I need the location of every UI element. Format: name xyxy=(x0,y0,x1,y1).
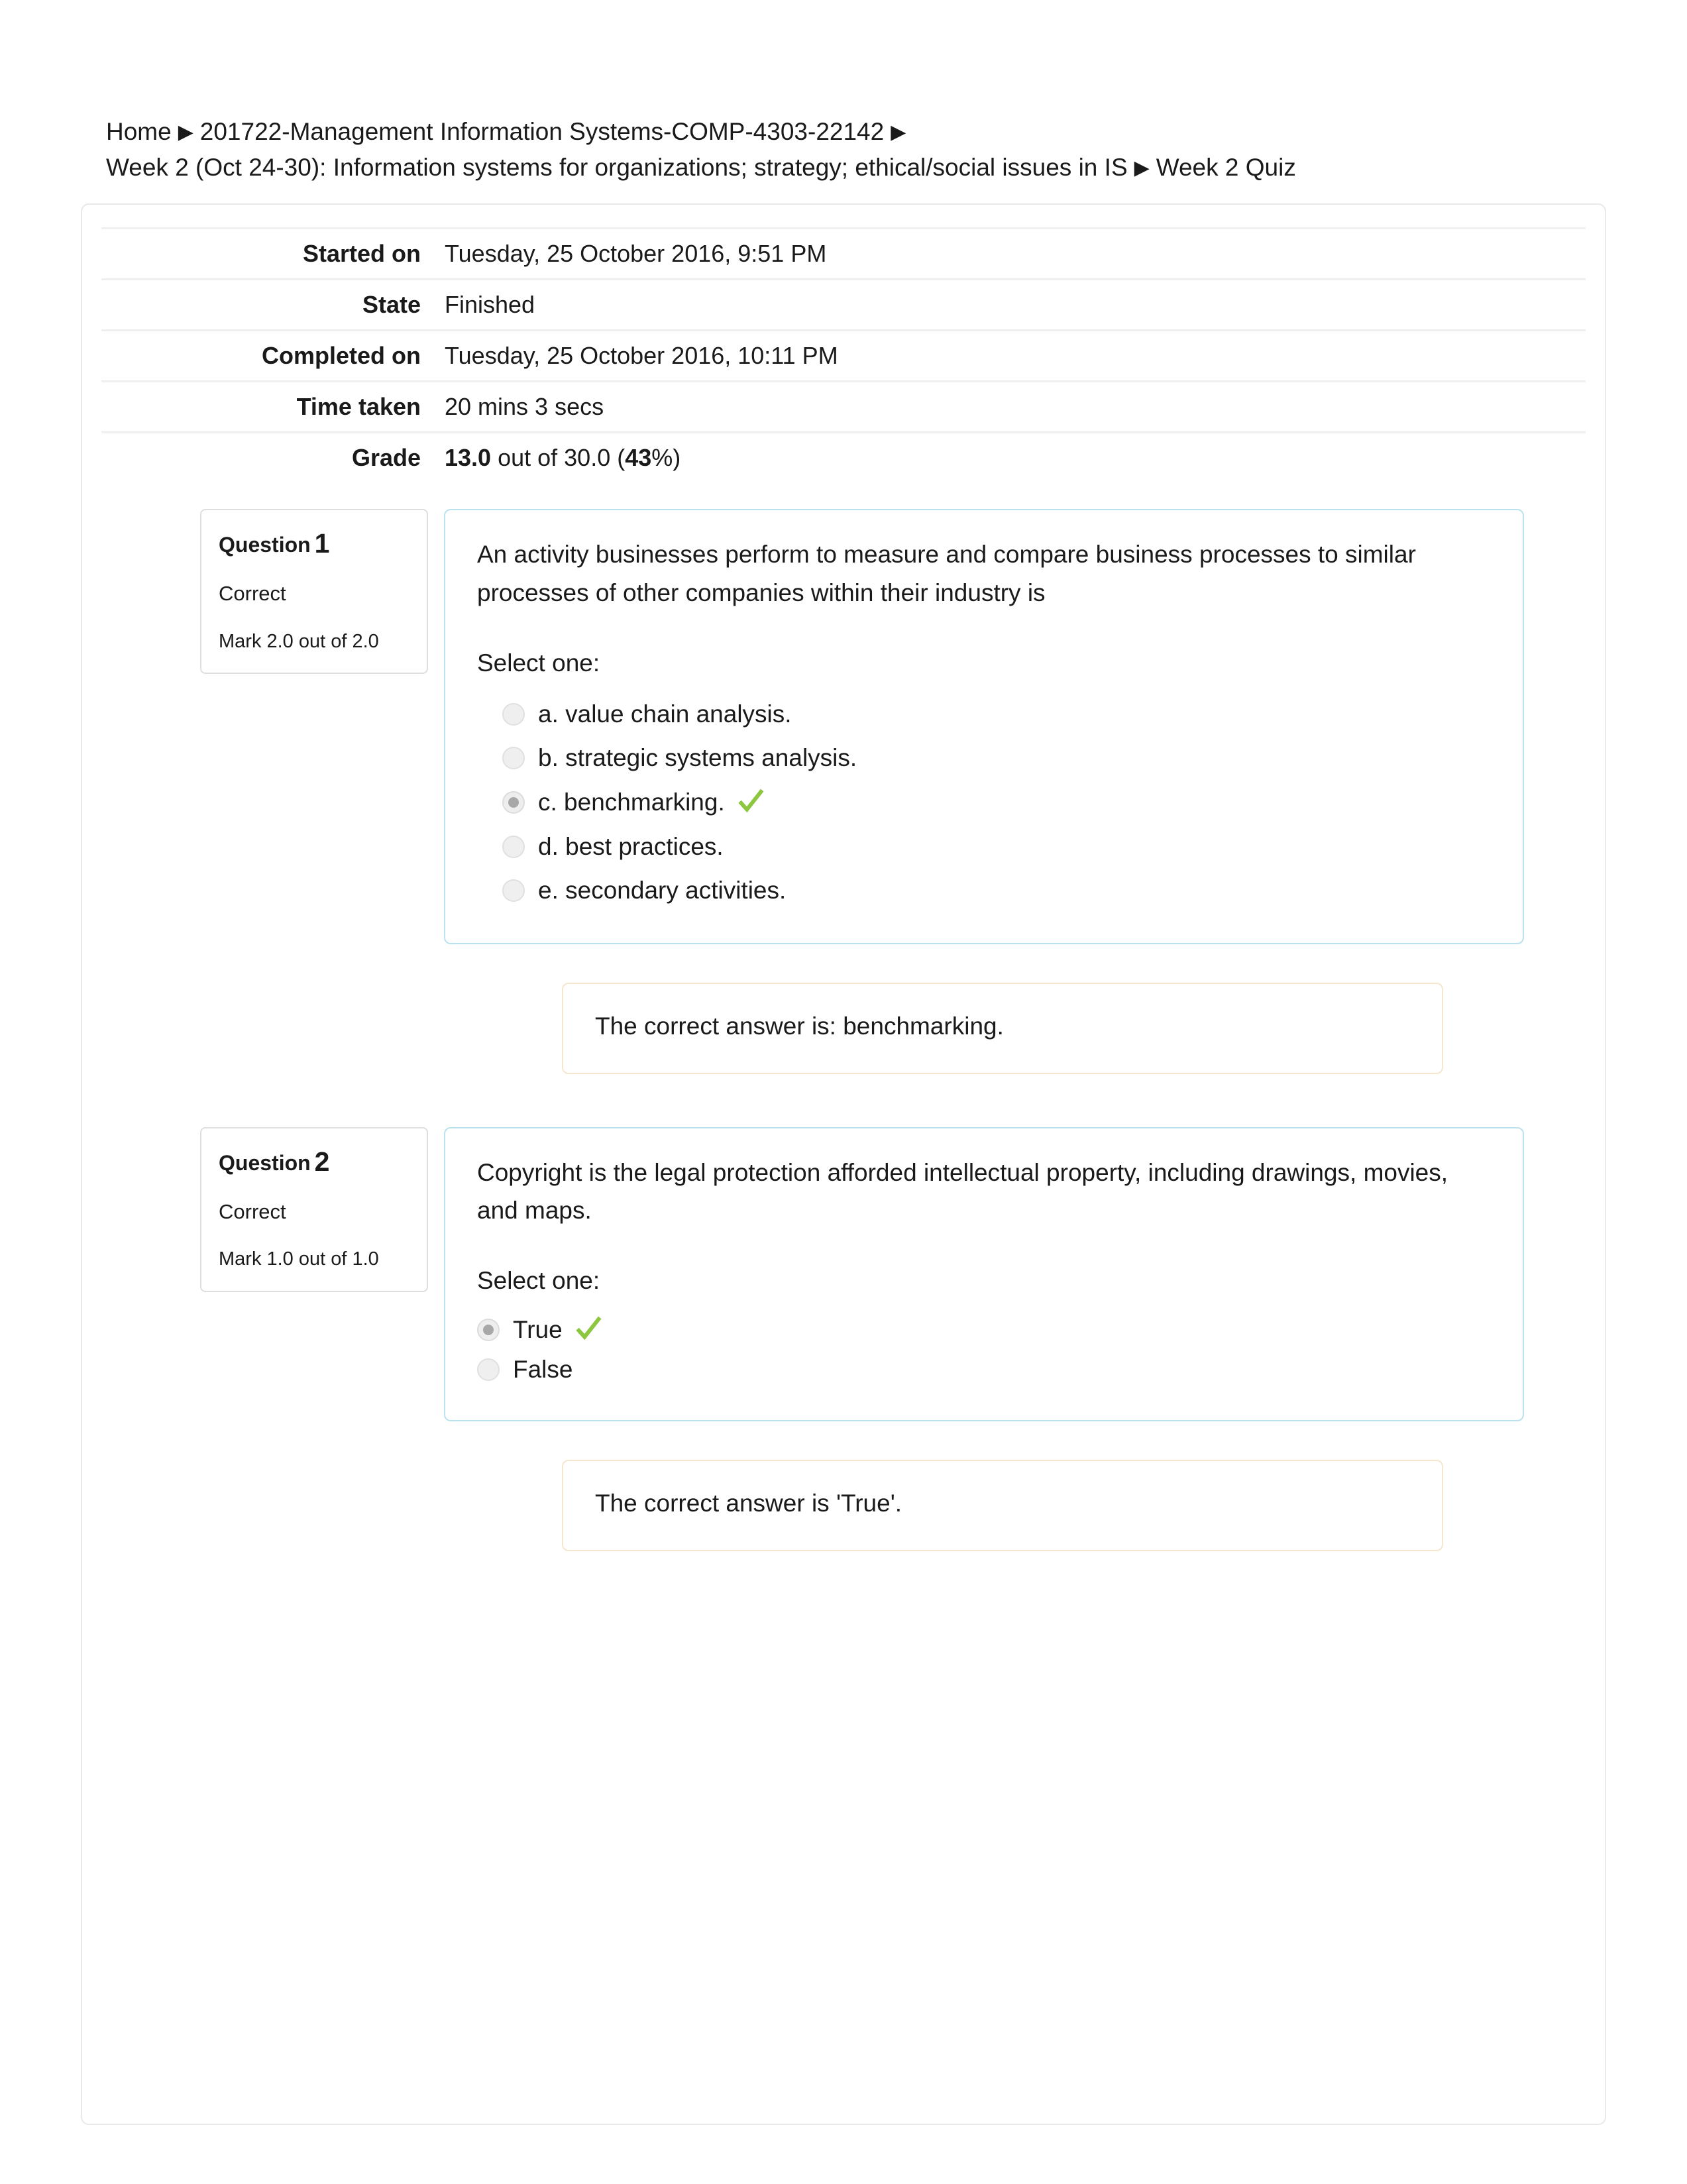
question-mark-2: Mark 1.0 out of 1.0 xyxy=(219,1248,379,1270)
answer-list-1: a. value chain analysis. b. strategic sy… xyxy=(477,692,1491,912)
summary-value-time-taken: 20 mins 3 secs xyxy=(445,393,604,421)
table-row: Time taken 20 mins 3 secs xyxy=(101,381,1586,433)
answer-list-2: True False xyxy=(477,1310,1491,1390)
breadcrumb-item-course[interactable]: 201722-Management Information Systems-CO… xyxy=(200,118,884,145)
table-row: State Finished xyxy=(101,279,1586,331)
answer-label-e: e. secondary activities. xyxy=(538,877,787,904)
question-block-1: Question 1 Correct Mark 2.0 out of 2.0 An… xyxy=(82,509,1605,1074)
answer-label-true: True xyxy=(513,1316,563,1344)
correct-check-icon xyxy=(735,786,766,819)
answer-option-false[interactable]: False xyxy=(477,1350,1491,1390)
chevron-right-icon: ▶ xyxy=(178,121,193,143)
answer-label-c: c. benchmarking. xyxy=(538,788,725,816)
grade-middle: out of 30.0 ( xyxy=(491,444,626,472)
question-info-2: Question 2 Correct Mark 1.0 out of 1.0 xyxy=(200,1126,428,1292)
answer-option-b[interactable]: b. strategic systems analysis. xyxy=(477,736,1491,780)
table-row: Grade 13.0 out of 30.0 (43%) xyxy=(101,432,1586,483)
question-block-2: Question 2 Correct Mark 1.0 out of 1.0 Co… xyxy=(82,1126,1605,1551)
question-text-1: An activity businesses perform to measur… xyxy=(477,541,1416,606)
summary-value-completed-on: Tuesday, 25 October 2016, 10:11 PM xyxy=(445,342,838,370)
attempt-summary-table: Started on Tuesday, 25 October 2016, 9:5… xyxy=(101,227,1586,482)
chevron-right-icon: ▶ xyxy=(1134,156,1150,179)
answer-option-true[interactable]: True xyxy=(477,1310,1491,1350)
question-label: Question xyxy=(219,1150,311,1175)
question-state-2: Correct xyxy=(219,1199,286,1223)
summary-label-completed-on: Completed on xyxy=(262,342,421,370)
question-state-1: Correct xyxy=(219,582,286,606)
select-one-prompt-1: Select one: xyxy=(477,649,600,677)
feedback-text-1: The correct answer is: benchmarking. xyxy=(595,1012,1004,1040)
answer-label-a: a. value chain analysis. xyxy=(538,700,792,728)
correct-check-icon xyxy=(573,1313,604,1346)
answer-label-d: d. best practices. xyxy=(538,832,724,860)
summary-label-grade: Grade xyxy=(351,444,421,472)
feedback-text-2: The correct answer is 'True'. xyxy=(595,1490,902,1517)
feedback-box-2: The correct answer is 'True'. xyxy=(562,1460,1443,1551)
select-one-prompt-2: Select one: xyxy=(477,1267,600,1295)
quiz-review-card: Started on Tuesday, 25 October 2016, 9:5… xyxy=(81,203,1606,2126)
question-number: 2 xyxy=(314,1146,330,1177)
question-body-1: An activity businesses perform to measur… xyxy=(444,509,1524,945)
question-info-1: Question 1 Correct Mark 2.0 out of 2.0 xyxy=(200,509,428,675)
radio-button-false[interactable] xyxy=(477,1358,500,1382)
radio-button-c[interactable] xyxy=(502,791,525,814)
grade-percent: 43 xyxy=(625,444,652,472)
chevron-right-icon: ▶ xyxy=(891,121,906,143)
question-text-2: Copyright is the legal protection afford… xyxy=(477,1158,1448,1224)
table-row: Started on Tuesday, 25 October 2016, 9:5… xyxy=(101,228,1586,280)
question-mark-1: Mark 2.0 out of 2.0 xyxy=(219,630,379,652)
table-row: Completed on Tuesday, 25 October 2016, 1… xyxy=(101,330,1586,382)
question-number-heading-1: Question 1 xyxy=(219,529,409,559)
grade-suffix: %) xyxy=(651,444,681,472)
summary-value-state: Finished xyxy=(445,291,535,319)
answer-label-false: False xyxy=(513,1356,573,1384)
summary-value-started-on: Tuesday, 25 October 2016, 9:51 PM xyxy=(445,240,827,268)
radio-button-d[interactable] xyxy=(502,836,525,858)
question-label: Question xyxy=(219,533,311,557)
question-number: 1 xyxy=(314,528,330,559)
breadcrumb: Home ▶ 201722-Management Information Syste… xyxy=(0,0,1564,185)
radio-button-a[interactable] xyxy=(502,702,525,726)
answer-label-b: b. strategic systems analysis. xyxy=(538,743,857,771)
radio-button-true[interactable] xyxy=(477,1319,500,1342)
summary-label-state: State xyxy=(362,291,421,319)
summary-label-started-on: Started on xyxy=(302,240,421,268)
answer-option-c[interactable]: c. benchmarking. xyxy=(477,780,1491,825)
summary-value-grade: 13.0 out of 30.0 (43%) xyxy=(433,433,1586,483)
question-body-2: Copyright is the legal protection afford… xyxy=(444,1126,1524,1422)
question-number-heading-2: Question 2 xyxy=(219,1146,409,1177)
radio-button-b[interactable] xyxy=(502,746,525,769)
answer-option-d[interactable]: d. best practices. xyxy=(477,825,1491,869)
breadcrumb-item-quiz: Week 2 Quiz xyxy=(1156,153,1296,181)
breadcrumb-item-section[interactable]: Week 2 (Oct 24-30): Information systems … xyxy=(106,154,1128,181)
feedback-box-1: The correct answer is: benchmarking. xyxy=(562,983,1443,1074)
grade-score: 13.0 xyxy=(445,444,492,472)
answer-option-e[interactable]: e. secondary activities. xyxy=(477,869,1491,912)
summary-label-time-taken: Time taken xyxy=(296,393,421,421)
answer-option-a[interactable]: a. value chain analysis. xyxy=(477,692,1491,736)
radio-button-e[interactable] xyxy=(502,879,525,902)
breadcrumb-item-home[interactable]: Home xyxy=(106,118,172,145)
